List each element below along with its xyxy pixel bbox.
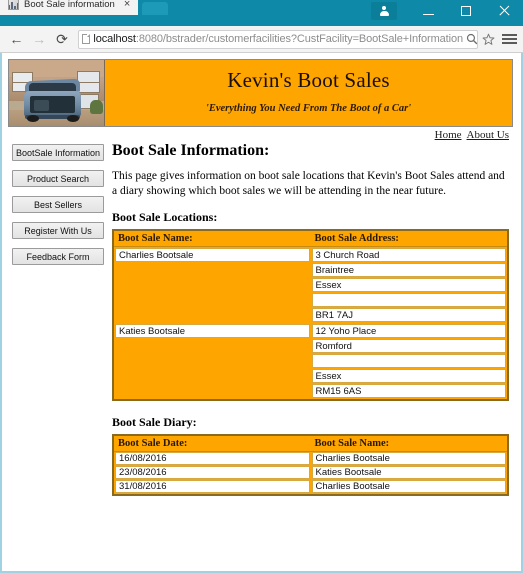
location-address-cell: 12 Yoho Place Romford Essex RM15 6AS: [311, 323, 509, 400]
url-host: localhost: [93, 33, 136, 45]
diary-date-cell: 16/08/2016: [113, 451, 311, 466]
diary-heading: Boot Sale Diary:: [112, 414, 197, 429]
sidebar-item-bootsale-information[interactable]: BootSale Information: [12, 144, 104, 161]
diary-name: Charlies Bootsale: [311, 479, 506, 493]
location-name: Charlies Bootsale: [115, 247, 310, 262]
top-nav-links: Home About Us: [8, 127, 513, 141]
diary-name-cell: Charlies Bootsale: [311, 451, 509, 466]
diary-date: 23/08/2016: [115, 465, 310, 479]
site-tagline: 'Everything You Need From The Boot of a …: [205, 103, 412, 114]
sidebar-item-best-sellers[interactable]: Best Sellers: [12, 196, 104, 213]
browser-window: Boot Sale information × ← → ⟳ localhost:…: [0, 0, 523, 573]
minimize-button[interactable]: [409, 0, 447, 22]
column-header-boot-sale-name: Boot Sale Name:: [113, 229, 311, 247]
diary-name-cell: Charlies Bootsale: [311, 479, 509, 495]
url-path: :8080/bstrader/customerfacilities?CustFa…: [135, 33, 463, 45]
url-text: localhost:8080/bstrader/customerfaciliti…: [93, 33, 463, 45]
web-page: Kevin's Boot Sales 'Everything You Need …: [2, 53, 521, 496]
column-header-boot-sale-date: Boot Sale Date:: [113, 434, 311, 452]
diary-date: 31/08/2016: [115, 479, 310, 493]
address-line: Braintree: [311, 262, 506, 277]
table-row: Charlies Bootsale 3 Church Road Braintre…: [113, 246, 508, 323]
forward-button[interactable]: →: [29, 29, 50, 50]
tab-close-icon[interactable]: ×: [124, 0, 130, 10]
table-row: 16/08/2016 Charlies Bootsale: [113, 451, 508, 466]
link-about-us[interactable]: About Us: [467, 129, 509, 141]
main-content: Boot Sale Information: This page gives i…: [108, 142, 513, 496]
search-icon[interactable]: [466, 33, 477, 45]
address-bar[interactable]: localhost:8080/bstrader/customerfaciliti…: [78, 29, 478, 49]
maximize-button[interactable]: [447, 0, 485, 22]
location-name-cell: Katies Bootsale: [113, 323, 311, 400]
browser-menu-icon[interactable]: [501, 32, 517, 46]
browser-title-bar: Boot Sale information ×: [0, 0, 523, 26]
sidebar: BootSale Information Product Search Best…: [8, 142, 108, 265]
intro-paragraph: This page gives information on boot sale…: [112, 170, 505, 198]
site-title: Kevin's Boot Sales: [227, 68, 390, 92]
column-header-boot-sale-address: Boot Sale Address:: [310, 229, 508, 247]
close-window-button[interactable]: [485, 0, 523, 22]
sidebar-item-feedback-form[interactable]: Feedback Form: [12, 248, 104, 265]
address-line: BR1 7AJ: [311, 307, 506, 322]
address-line: [311, 353, 506, 368]
tab-title: Boot Sale information: [24, 0, 115, 10]
diary-table: Boot Sale Date: Boot Sale Name: 16/08/20…: [112, 433, 509, 496]
site-banner: Kevin's Boot Sales 'Everything You Need …: [8, 59, 513, 127]
table-header-row: Boot Sale Name: Boot Sale Address:: [113, 229, 508, 247]
address-line: [311, 292, 506, 307]
column-header-diary-name: Boot Sale Name:: [310, 434, 508, 452]
address-line: 12 Yoho Place: [311, 323, 506, 338]
new-tab-button[interactable]: [142, 2, 168, 15]
locations-heading: Boot Sale Locations:: [112, 209, 218, 224]
browser-toolbar: ← → ⟳ localhost:8080/bstrader/customerfa…: [0, 26, 523, 53]
diary-name-cell: Katies Bootsale: [311, 465, 509, 480]
page-title: Boot Sale Information:: [112, 142, 270, 159]
reload-button[interactable]: ⟳: [52, 29, 73, 50]
sidebar-item-product-search[interactable]: Product Search: [12, 170, 104, 187]
page-info-icon: [82, 34, 91, 44]
address-line: RM15 6AS: [311, 383, 506, 398]
tab-favicon-icon: [8, 0, 19, 10]
table-row: 23/08/2016 Katies Bootsale: [113, 465, 509, 480]
address-line: Romford: [311, 338, 506, 353]
link-home[interactable]: Home: [435, 129, 462, 141]
bookmark-star-icon[interactable]: [480, 33, 495, 46]
sidebar-item-register-with-us[interactable]: Register With Us: [12, 222, 104, 239]
table-row: Katies Bootsale 12 Yoho Place Romford Es…: [113, 323, 508, 400]
window-controls: [371, 0, 523, 26]
location-name: Katies Bootsale: [115, 323, 310, 338]
address-line: Essex: [311, 368, 506, 383]
diary-date: 16/08/2016: [115, 451, 310, 465]
back-button[interactable]: ←: [6, 29, 27, 50]
page-viewport: Kevin's Boot Sales 'Everything You Need …: [0, 53, 523, 573]
diary-name: Katies Bootsale: [311, 465, 506, 479]
browser-tab[interactable]: Boot Sale information ×: [0, 0, 138, 15]
site-logo-photo: [9, 60, 105, 126]
location-address-cell: 3 Church Road Braintree Essex BR1 7AJ: [311, 246, 509, 323]
location-name-cell: Charlies Bootsale: [113, 246, 311, 323]
profile-avatar-icon[interactable]: [371, 2, 397, 20]
locations-table: Boot Sale Name: Boot Sale Address: Charl…: [112, 228, 509, 401]
diary-date-cell: 31/08/2016: [113, 479, 311, 495]
address-line: 3 Church Road: [311, 247, 506, 262]
table-header-row: Boot Sale Date: Boot Sale Name:: [113, 434, 508, 452]
banner-text: Kevin's Boot Sales 'Everything You Need …: [105, 60, 512, 126]
table-row: 31/08/2016 Charlies Bootsale: [113, 479, 509, 495]
address-line: Essex: [311, 277, 506, 292]
diary-date-cell: 23/08/2016: [113, 465, 311, 480]
diary-name: Charlies Bootsale: [311, 451, 506, 465]
